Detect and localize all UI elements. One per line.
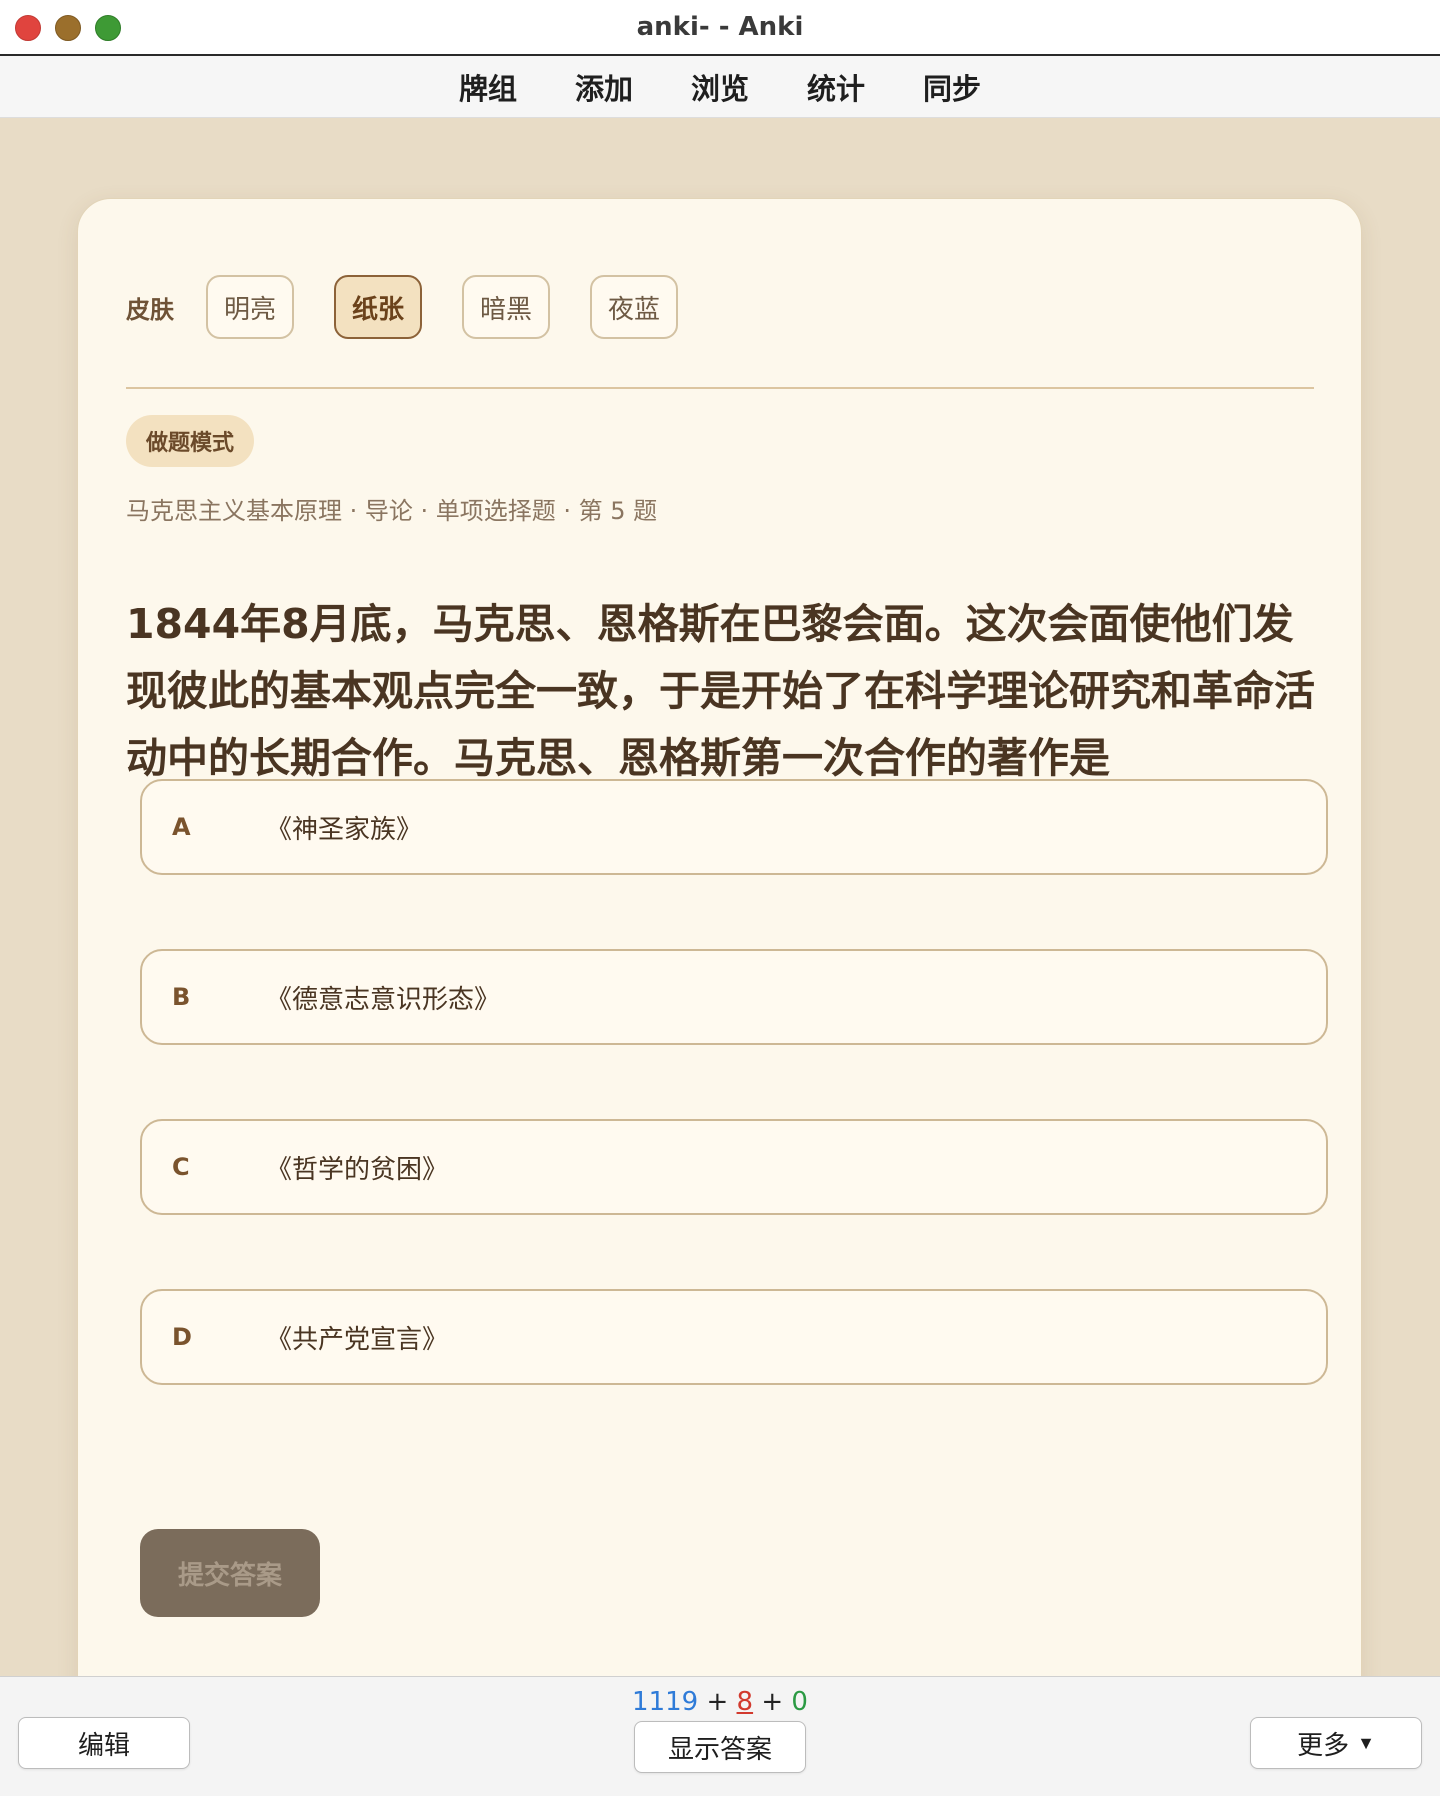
card-counts: 1119 + 8 + 0 bbox=[0, 1687, 1440, 1717]
skin-paper-button[interactable]: 纸张 bbox=[334, 275, 423, 339]
submit-answer-button[interactable]: 提交答案 bbox=[140, 1529, 320, 1617]
anki-window: anki- - Anki 牌组 添加 浏览 统计 同步 皮肤 明亮 纸张 暗黑 … bbox=[0, 0, 1440, 1796]
skin-selector: 皮肤 明亮 纸张 暗黑 夜蓝 bbox=[126, 275, 718, 339]
skin-dark-button[interactable]: 暗黑 bbox=[462, 275, 551, 339]
breadcrumb: 马克思主义基本原理 · 导论 · 单项选择题 · 第 5 题 bbox=[126, 497, 658, 525]
option-c[interactable]: C 《哲学的贫困》 bbox=[140, 1119, 1328, 1215]
review-area: 皮肤 明亮 纸张 暗黑 夜蓝 做题模式 马克思主义基本原理 · 导论 · 单项选… bbox=[0, 118, 1440, 1676]
skin-bright-button[interactable]: 明亮 bbox=[206, 275, 295, 339]
show-answer-button[interactable]: 显示答案 bbox=[634, 1721, 806, 1773]
option-letter: D bbox=[172, 1323, 192, 1351]
menu-browse[interactable]: 浏览 bbox=[662, 66, 778, 108]
menu-add[interactable]: 添加 bbox=[546, 66, 662, 108]
option-letter: B bbox=[172, 983, 191, 1011]
skin-night-blue-button[interactable]: 夜蓝 bbox=[590, 275, 679, 339]
option-text: 《共产党宣言》 bbox=[266, 1324, 449, 1355]
edit-button[interactable]: 编辑 bbox=[18, 1717, 190, 1769]
skin-label: 皮肤 bbox=[126, 295, 174, 324]
menu-decks[interactable]: 牌组 bbox=[430, 66, 546, 108]
window-title: anki- - Anki bbox=[636, 12, 804, 42]
review-count: 0 bbox=[791, 1687, 808, 1717]
option-text: 《哲学的贫困》 bbox=[266, 1154, 449, 1185]
option-d[interactable]: D 《共产党宣言》 bbox=[140, 1289, 1328, 1385]
more-label: 更多 bbox=[1297, 1729, 1350, 1760]
count-separator: + bbox=[761, 1687, 784, 1717]
chevron-down-icon: ▼ bbox=[1357, 1732, 1375, 1753]
learn-count: 8 bbox=[736, 1687, 754, 1717]
mode-badge: 做题模式 bbox=[126, 415, 255, 467]
option-a[interactable]: A 《神圣家族》 bbox=[140, 779, 1328, 875]
question-card: 皮肤 明亮 纸张 暗黑 夜蓝 做题模式 马克思主义基本原理 · 导论 · 单项选… bbox=[77, 198, 1362, 1676]
new-count: 1119 bbox=[632, 1687, 699, 1717]
bottom-bar: 1119 + 8 + 0 编辑 显示答案 更多 ▼ bbox=[0, 1676, 1440, 1796]
option-letter: A bbox=[172, 813, 191, 841]
more-button[interactable]: 更多 ▼ bbox=[1250, 1717, 1422, 1769]
option-b[interactable]: B 《德意志意识形态》 bbox=[140, 949, 1328, 1045]
question-text: 1844年8月底，马克思、恩格斯在巴黎会面。这次会面使他们发现彼此的基本观点完全… bbox=[126, 600, 1315, 782]
option-letter: C bbox=[172, 1153, 190, 1181]
menu-stats[interactable]: 统计 bbox=[778, 66, 894, 108]
option-text: 《德意志意识形态》 bbox=[266, 984, 501, 1015]
count-separator: + bbox=[706, 1687, 729, 1717]
title-bar: anki- - Anki bbox=[0, 0, 1440, 56]
option-text: 《神圣家族》 bbox=[266, 814, 423, 845]
menu-bar: 牌组 添加 浏览 统计 同步 bbox=[0, 56, 1440, 118]
menu-sync[interactable]: 同步 bbox=[894, 66, 1010, 108]
divider bbox=[126, 387, 1314, 389]
